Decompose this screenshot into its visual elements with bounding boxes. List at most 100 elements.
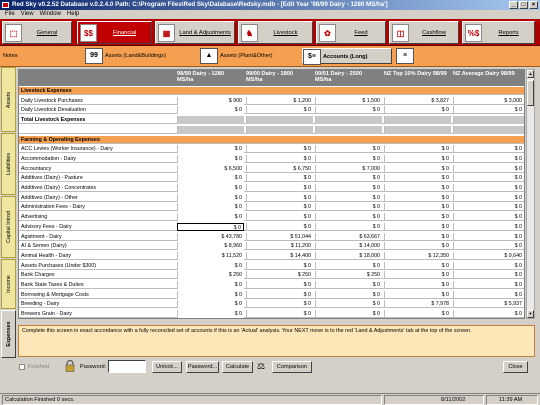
value-cell[interactable]: $ 6,500: [177, 164, 244, 173]
value-cell[interactable]: $ 0: [453, 222, 524, 231]
comparison-button[interactable]: Comparison: [272, 361, 312, 373]
value-cell[interactable]: $ 14,400: [246, 251, 313, 260]
value-cell[interactable]: $ 0: [315, 193, 382, 202]
value-cell[interactable]: $ 43,780: [177, 232, 244, 241]
value-cell[interactable]: $ 0: [384, 213, 451, 222]
value-cell[interactable]: $ 0: [315, 261, 382, 270]
value-cell[interactable]: $ 1,500: [315, 96, 382, 105]
value-cell[interactable]: $ 0: [384, 232, 451, 241]
close-button[interactable]: Close: [503, 361, 528, 373]
value-cell[interactable]: $ 0: [384, 281, 451, 289]
value-cell[interactable]: $ 0: [453, 174, 524, 183]
value-cell[interactable]: $ 0: [384, 145, 451, 154]
value-cell[interactable]: $ 63,667: [315, 232, 382, 241]
value-cell[interactable]: $ 0: [246, 300, 313, 309]
side-tab-assets[interactable]: Assets: [1, 67, 16, 132]
value-cell[interactable]: $ 0: [384, 154, 451, 163]
value-cell[interactable]: $ 0: [177, 300, 244, 309]
value-cell[interactable]: $ 0: [453, 145, 524, 154]
value-cell[interactable]: $ 0: [453, 106, 524, 115]
value-cell[interactable]: $ 0: [315, 281, 382, 289]
tab-feed[interactable]: ✿ Feed: [316, 21, 386, 44]
value-cell[interactable]: $ 0: [177, 261, 244, 270]
menu-window[interactable]: Window: [37, 10, 64, 19]
value-cell[interactable]: $ 0: [384, 242, 451, 251]
value-cell[interactable]: $ 0: [246, 174, 313, 183]
value-cell[interactable]: $ 0: [453, 164, 524, 173]
value-cell[interactable]: $ 11,520: [177, 251, 244, 260]
value-cell[interactable]: $ 9,640: [453, 251, 524, 260]
tab-assets-plant-other[interactable]: ▲ Assets (Plant&Other): [200, 48, 295, 64]
value-cell[interactable]: $ 0: [315, 222, 382, 231]
value-cell[interactable]: $ 0: [246, 281, 313, 289]
value-cell[interactable]: $ 0: [453, 242, 524, 251]
value-cell[interactable]: $ 0: [177, 106, 244, 115]
value-cell[interactable]: $ 1,200: [246, 96, 313, 105]
value-cell[interactable]: $ 0: [453, 203, 524, 212]
value-cell[interactable]: $ 0: [315, 290, 382, 299]
value-cell[interactable]: $ 0: [384, 290, 451, 299]
tab-land-adjustments[interactable]: ▦ Land & Adjustments: [155, 21, 235, 44]
value-cell[interactable]: $ 0: [453, 193, 524, 202]
value-cell[interactable]: $ 0: [177, 281, 244, 289]
value-cell[interactable]: $ 0: [246, 145, 313, 154]
close-window-button[interactable]: ×: [529, 1, 538, 9]
tab-cashflow[interactable]: ◫ Cashflow: [389, 21, 459, 44]
value-cell[interactable]: $ 3,000: [453, 96, 524, 105]
value-cell[interactable]: $ 0: [246, 290, 313, 299]
value-cell[interactable]: $ 0: [315, 310, 382, 318]
value-cell[interactable]: $ 0: [246, 106, 313, 115]
menu-file[interactable]: File: [2, 10, 18, 19]
value-cell[interactable]: $ 51,044: [246, 232, 313, 241]
scroll-thumb[interactable]: [527, 80, 534, 106]
value-cell[interactable]: $ 0: [315, 106, 382, 115]
side-tab-expenses[interactable]: Expenses: [1, 310, 16, 358]
unlock-button[interactable]: Unlock...: [152, 361, 182, 373]
value-cell[interactable]: $ 250: [177, 271, 244, 280]
side-tab-income[interactable]: Income: [1, 259, 16, 309]
tab-accounts-long[interactable]: $≡ Accounts (Long): [302, 48, 392, 65]
maximize-button[interactable]: □: [519, 1, 528, 9]
value-cell[interactable]: $ 0: [453, 232, 524, 241]
value-cell[interactable]: $ 0: [315, 203, 382, 212]
menu-help[interactable]: Help: [64, 10, 82, 19]
value-cell[interactable]: $ 0: [384, 106, 451, 115]
value-cell[interactable]: $ 0: [315, 174, 382, 183]
minimize-button[interactable]: _: [509, 1, 518, 9]
value-cell[interactable]: $ 0: [246, 193, 313, 202]
value-cell[interactable]: $ 3,827: [384, 96, 451, 105]
value-cell[interactable]: $ 0: [453, 184, 524, 192]
value-cell[interactable]: $ 0: [177, 154, 244, 163]
value-cell[interactable]: $ 0: [453, 271, 524, 280]
value-cell[interactable]: $ 0: [177, 213, 244, 222]
tab-accounts-short[interactable]: ≡: [396, 48, 416, 64]
value-cell[interactable]: $ 5,937: [453, 300, 524, 309]
value-cell[interactable]: $ 12,350: [384, 251, 451, 260]
password-button[interactable]: Password...: [186, 361, 219, 373]
value-cell[interactable]: $ 8,960: [177, 242, 244, 251]
tab-reports[interactable]: %$ Reports: [462, 21, 535, 44]
tab-financial[interactable]: $$ Financial: [77, 21, 152, 44]
value-cell[interactable]: $ 0: [384, 164, 451, 173]
value-cell[interactable]: $ 0: [246, 203, 313, 212]
value-cell[interactable]: $ 900: [177, 96, 244, 105]
tab-assets-land-buildings[interactable]: 99 Assets (Land&Buildings): [85, 48, 183, 64]
value-cell[interactable]: $ 14,000: [315, 242, 382, 251]
tab-general[interactable]: ⬚ General: [2, 21, 72, 44]
value-cell[interactable]: $ 0: [453, 154, 524, 163]
notes-link[interactable]: Notes: [3, 53, 18, 59]
value-cell[interactable]: $ 0: [246, 184, 313, 192]
value-cell[interactable]: $ 0: [453, 213, 524, 222]
value-cell[interactable]: $ 6,750: [246, 164, 313, 173]
value-cell[interactable]: $ 0: [246, 261, 313, 270]
value-cell[interactable]: $ 7,000: [315, 164, 382, 173]
value-cell[interactable]: $ 0: [315, 213, 382, 222]
value-cell[interactable]: $ 0: [177, 290, 244, 299]
value-cell[interactable]: $ 0: [453, 310, 524, 318]
value-cell[interactable]: $ 0: [246, 310, 313, 318]
value-cell[interactable]: $ 0: [453, 261, 524, 270]
value-cell[interactable]: $ 11,200: [246, 242, 313, 251]
scroll-down-arrow-icon[interactable]: ▼: [527, 310, 534, 318]
value-cell[interactable]: $ 0: [315, 145, 382, 154]
value-cell[interactable]: $ 0: [315, 300, 382, 309]
